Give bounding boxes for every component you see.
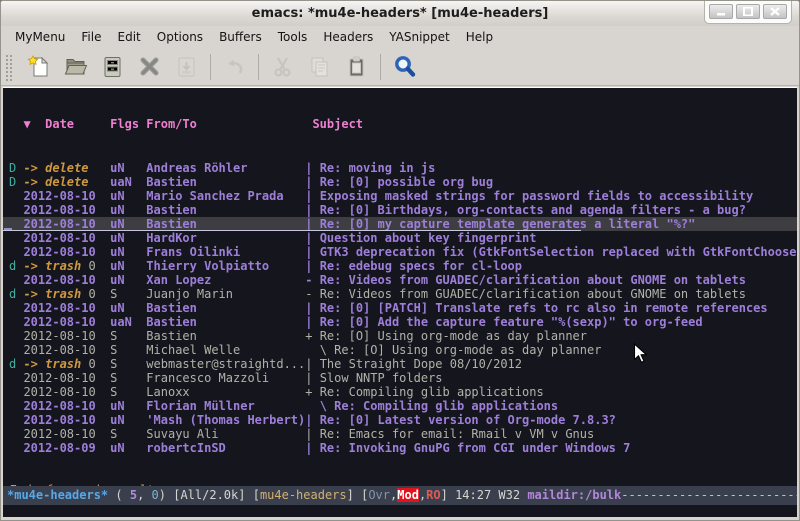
message-row[interactable]: D -> delete uaN Bastien | Re: [0] possib… (3, 175, 797, 189)
modeline-segment-ovr: Ovr (368, 488, 390, 502)
close-icon (770, 7, 780, 16)
message-row[interactable]: 2012-08-10 S Suvayu Ali | Re: Emacs for … (3, 427, 797, 441)
toolbar (1, 48, 799, 86)
modeline-segment-plain: [All/2.0k] (173, 488, 252, 502)
message-row[interactable]: 2012-08-10 S Michael Welle \ Re: [O] Usi… (3, 343, 797, 357)
new-file-button[interactable] (20, 50, 57, 84)
message-row[interactable]: 2012-08-10 S Lanoxx + Re: Compiling glib… (3, 385, 797, 399)
echo-area[interactable] (3, 505, 797, 517)
menu-item-yasnippet[interactable]: YASnippet (381, 27, 458, 47)
toolbar-separator (258, 54, 259, 80)
maximize-button[interactable] (736, 4, 760, 19)
new-file-icon (26, 54, 52, 80)
message-row[interactable]: 2012-08-10 S Bastien + Re: [O] Using org… (3, 329, 797, 343)
mouse-cursor (633, 343, 647, 364)
message-row[interactable]: 2012-08-10 uN Florian Müllner \ Re: Comp… (3, 399, 797, 413)
window-controls (704, 1, 792, 24)
copy-button[interactable] (301, 50, 338, 84)
message-row[interactable]: 2012-08-10 uN HardKor | Question about k… (3, 231, 797, 245)
paste-button[interactable] (338, 50, 375, 84)
message-row-current[interactable]: 2012-08-10 uN Bastien | Re: [0] my captu… (3, 217, 797, 231)
save-button[interactable] (94, 50, 131, 84)
modeline-segment-num-purple: 5 (130, 488, 137, 502)
message-row[interactable]: d -> trash 0 S webmaster@straightd...| T… (3, 357, 797, 371)
message-row[interactable]: 2012-08-10 uN Mario Sanchez Prada | Expo… (3, 189, 797, 203)
message-row[interactable]: D -> delete uN Andreas Röhler | Re: movi… (3, 161, 797, 175)
toolbar-separator (210, 54, 211, 80)
menu-item-headers[interactable]: Headers (315, 27, 381, 47)
modeline-segment-num-blue: 0 (152, 488, 159, 502)
modeline-segment-ro: RO (426, 488, 440, 502)
modeline-segment-maildir: maildir:/bulk (527, 488, 621, 502)
menu-item-buffers[interactable]: Buffers (211, 27, 270, 47)
menu-item-tools[interactable]: Tools (270, 27, 316, 47)
modeline-segment-bufname: *mu4e-headers* (7, 488, 108, 502)
modeline-segment-plain: ] (441, 488, 455, 502)
message-row[interactable]: 2012-08-10 uaN Bastien | Re: [0] Add the… (3, 315, 797, 329)
open-folder-icon (63, 54, 89, 80)
menu-item-mymenu[interactable]: MyMenu (7, 27, 73, 47)
window-title: emacs: *mu4e-headers* [mu4e-headers] (252, 6, 549, 21)
message-row[interactable]: 2012-08-10 uN 'Mash (Thomas Herbert)| Re… (3, 413, 797, 427)
save-as-button[interactable] (168, 50, 205, 84)
close-button[interactable] (763, 4, 787, 19)
modeline-segment-mode: mu4e-headers (260, 488, 347, 502)
cut-scissors-icon (270, 54, 296, 80)
menu-item-file[interactable]: File (73, 27, 109, 47)
modeline-segment-mod: Mod (397, 488, 419, 502)
maximize-icon (743, 7, 753, 16)
message-row[interactable]: d -> trash 0 S Juanjo Marin - Re: Videos… (3, 287, 797, 301)
menu-item-options[interactable]: Options (149, 27, 211, 47)
modeline-segment-plain: ] (347, 488, 361, 502)
copy-icon (307, 54, 333, 80)
titlebar[interactable]: emacs: *mu4e-headers* [mu4e-headers] (1, 1, 799, 26)
open-folder-button[interactable] (57, 50, 94, 84)
search-button[interactable] (386, 50, 423, 84)
modeline-segment-dashes: ---------------------------- (621, 488, 797, 502)
menubar: MyMenuFileEditOptionsBuffersToolsHeaders… (1, 26, 799, 48)
headers-column-row[interactable]: ▼ Date Flgs From/To Subject (3, 116, 797, 133)
message-row[interactable]: 2012-08-10 uN Frans Oilinki | GTK3 depre… (3, 245, 797, 259)
mu4e-headers-buffer[interactable]: ▼ Date Flgs From/To Subject D -> delete … (3, 88, 797, 486)
fringe-position-indicator (4, 228, 12, 230)
modeline-segment-plain: , (137, 488, 151, 502)
menu-item-help[interactable]: Help (458, 27, 501, 47)
undo-button[interactable] (216, 50, 253, 84)
save-icon (100, 54, 126, 80)
message-row[interactable]: 2012-08-10 S Francesco Mazzoli | Slow NN… (3, 371, 797, 385)
minimize-icon (716, 7, 726, 16)
modeline-segment-plain: 14:27 W32 (455, 488, 527, 502)
cut-button[interactable] (264, 50, 301, 84)
modeline-segment-plain: [ (253, 488, 260, 502)
close-buffer-button[interactable] (131, 50, 168, 84)
modeline-segment-plain: ( (108, 488, 130, 502)
message-row[interactable]: 2012-08-10 uN Bastien | Re: [0] Birthday… (3, 203, 797, 217)
paste-clipboard-icon (344, 54, 370, 80)
search-magnifier-icon (392, 54, 418, 80)
menu-item-edit[interactable]: Edit (110, 27, 149, 47)
message-row[interactable]: 2012-08-09 uN robertcInSD | Re: Invoking… (3, 441, 797, 455)
close-x-icon (137, 54, 163, 80)
toolbar-drag-handle[interactable] (4, 53, 14, 81)
emacs-window: emacs: *mu4e-headers* [mu4e-headers] MyM… (0, 0, 800, 521)
message-row[interactable]: 2012-08-10 uN Xan Lopez - Re: Videos fro… (3, 273, 797, 287)
minimize-button[interactable] (709, 4, 733, 19)
toolbar-separator (380, 54, 381, 80)
message-row[interactable]: d -> trash 0 uN Thierry Volpiatto | Re: … (3, 259, 797, 273)
save-as-icon (174, 54, 200, 80)
emacs-frame-content: ▼ Date Flgs From/To Subject D -> delete … (3, 87, 797, 517)
modeline[interactable]: *mu4e-headers* ( 5, 0) [All/2.0k] [mu4e-… (3, 486, 797, 505)
message-row[interactable]: 2012-08-10 uN Bastien | Re: [0] [PATCH] … (3, 301, 797, 315)
modeline-segment-plain: ) (159, 488, 173, 502)
undo-icon (222, 54, 248, 80)
